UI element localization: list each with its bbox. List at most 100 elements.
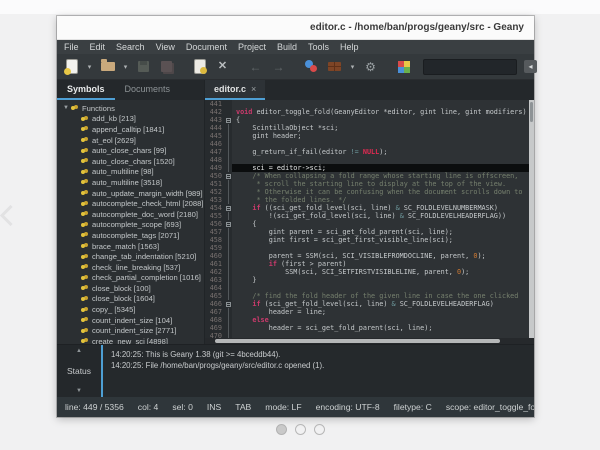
code-text[interactable]: } (232, 276, 534, 284)
symbol-item[interactable]: append_calltip [1841] (63, 124, 204, 135)
code-text[interactable]: !(sci_get_fold_level(sci, line) & SC_FOL… (232, 212, 534, 220)
save-all-button[interactable] (157, 57, 176, 76)
code-text[interactable]: gint parent = sci_get_fold_parent(sci, l… (232, 228, 534, 236)
tab-symbols[interactable]: Symbols (57, 80, 115, 100)
menu-file[interactable]: File (64, 40, 79, 54)
symbol-item[interactable]: auto_multiline [98] (63, 167, 204, 178)
new-file-button[interactable] (62, 57, 81, 76)
expander-icon[interactable]: ▼ (63, 105, 71, 111)
fold-marker-icon[interactable] (225, 172, 232, 180)
symbol-item[interactable]: check_line_breaking [537] (63, 262, 204, 273)
symbol-item[interactable]: at_eol [2629] (63, 135, 204, 146)
carousel-prev-arrow-icon[interactable] (0, 205, 21, 226)
horizontal-scrollbar[interactable] (205, 338, 534, 344)
code-text[interactable]: * the folded lines. */ (232, 196, 534, 204)
open-file-dropdown-icon[interactable]: ▾ (121, 63, 130, 71)
code-text[interactable]: g_return_if_fail(editor != NULL); (232, 148, 534, 156)
code-text[interactable]: header = sci_get_fold_parent(sci, line); (232, 324, 534, 332)
menu-tools[interactable]: Tools (308, 40, 329, 54)
nav-back-button[interactable]: ← (246, 57, 265, 76)
fold-marker-icon[interactable] (225, 220, 232, 228)
carousel-dot-3[interactable] (314, 424, 325, 435)
symbol-item[interactable]: autocomplete_tags [2071] (63, 230, 204, 241)
symbol-item[interactable]: check_partial_completion [1016] (63, 273, 204, 284)
goto-line-button[interactable]: ◂ (521, 57, 540, 76)
symbol-item[interactable]: auto_close_chars [99] (63, 145, 204, 156)
code-text[interactable]: header = line; (232, 308, 534, 316)
code-text[interactable]: SSM(sci, SCI_SETFIRSTVISIBLELINE, parent… (232, 268, 534, 276)
nav-forward-button[interactable]: → (269, 57, 288, 76)
menu-build[interactable]: Build (277, 40, 297, 54)
fold-marker-icon[interactable] (225, 300, 232, 308)
compile-button[interactable] (302, 57, 321, 76)
code-text[interactable]: /* find the fold header of the given lin… (232, 292, 534, 300)
tab-scroll-down-icon[interactable]: ▼ (76, 388, 82, 394)
tab-status[interactable]: Status (67, 366, 91, 376)
code-text[interactable] (232, 244, 534, 252)
symbol-item[interactable]: create_new_sci [4898] (63, 336, 204, 344)
code-text[interactable]: gint first = sci_get_first_visible_line(… (232, 236, 534, 244)
fold-marker-icon[interactable] (225, 204, 232, 212)
carousel-dot-1[interactable] (276, 424, 287, 435)
code-text[interactable]: if (first > parent) (232, 260, 534, 268)
symbol-item[interactable]: auto_multiline [3518] (63, 177, 204, 188)
code-text[interactable]: * scroll the starting line to display at… (232, 180, 534, 188)
symbol-item[interactable]: auto_update_margin_width [989] (63, 188, 204, 199)
build-dropdown-icon[interactable]: ▾ (348, 63, 357, 71)
code-text[interactable]: else (232, 316, 534, 324)
symbol-item[interactable]: autocomplete_check_html [2088] (63, 198, 204, 209)
close-button[interactable]: ✕ (213, 57, 232, 76)
symbols-root-functions[interactable]: ▼Functions (63, 103, 204, 114)
tab-close-icon[interactable]: × (251, 84, 256, 94)
symbol-item[interactable]: close_block [1604] (63, 294, 204, 305)
fold-marker-icon[interactable] (225, 116, 232, 124)
code-text[interactable] (232, 140, 534, 148)
tab-scroll-up-icon[interactable]: ▲ (76, 348, 82, 354)
tab-documents[interactable]: Documents (115, 80, 181, 100)
code-text[interactable]: /* When collapsing a fold range whose st… (232, 172, 534, 180)
search-input[interactable] (423, 59, 517, 75)
symbol-item[interactable]: count_indent_size [104] (63, 315, 204, 326)
code-text[interactable]: sci = editor->sci; (232, 164, 534, 172)
symbol-item[interactable]: change_tab_indentation [5210] (63, 251, 204, 262)
menu-edit[interactable]: Edit (90, 40, 106, 54)
menu-project[interactable]: Project (238, 40, 266, 54)
menu-view[interactable]: View (156, 40, 175, 54)
revert-button[interactable] (190, 57, 209, 76)
symbol-item[interactable]: brace_match [1563] (63, 241, 204, 252)
code-text[interactable]: void editor_toggle_fold(GeanyEditor *edi… (232, 108, 534, 116)
code-text[interactable]: parent = SSM(sci, SCI_VISIBLEFROMDOCLINE… (232, 252, 534, 260)
tab-editor-c[interactable]: editor.c × (205, 80, 265, 100)
code-area[interactable]: 441442void editor_toggle_fold(GeanyEdito… (205, 100, 534, 338)
code-text[interactable]: if ((sci_get_fold_level(sci, line) & SC_… (232, 204, 534, 212)
vertical-scrollbar-thumb[interactable] (530, 102, 533, 122)
build-button[interactable] (325, 57, 344, 76)
code-text[interactable] (232, 156, 534, 164)
symbol-item[interactable]: count_indent_size [2771] (63, 325, 204, 336)
menu-document[interactable]: Document (186, 40, 227, 54)
code-text[interactable]: gint header; (232, 132, 534, 140)
code-text[interactable] (232, 284, 534, 292)
horizontal-scrollbar-thumb[interactable] (215, 339, 500, 343)
menu-help[interactable]: Help (340, 40, 359, 54)
code-text[interactable]: * Otherwise it can be confusing when the… (232, 188, 534, 196)
symbol-item[interactable]: autocomplete_scope [693] (63, 220, 204, 231)
save-button[interactable] (134, 57, 153, 76)
code-text[interactable]: { (232, 220, 534, 228)
symbol-item[interactable]: autocomplete_doc_word [2180] (63, 209, 204, 220)
color-chooser-button[interactable] (394, 57, 413, 76)
code-text[interactable]: { (232, 116, 534, 124)
vertical-scrollbar[interactable] (529, 100, 534, 338)
code-text[interactable] (232, 100, 534, 108)
symbol-item[interactable]: add_kb [213] (63, 114, 204, 125)
symbol-item[interactable]: auto_close_chars [1520] (63, 156, 204, 167)
code-text[interactable]: if (sci_get_fold_level(sci, line) & SC_F… (232, 300, 534, 308)
symbol-item[interactable]: copy_ [5345] (63, 304, 204, 315)
menu-search[interactable]: Search (116, 40, 145, 54)
open-file-button[interactable] (98, 57, 117, 76)
carousel-dot-2[interactable] (295, 424, 306, 435)
new-file-dropdown-icon[interactable]: ▾ (85, 63, 94, 71)
execute-button[interactable]: ⚙ (361, 57, 380, 76)
symbol-item[interactable]: close_block [100] (63, 283, 204, 294)
code-text[interactable]: ScintillaObject *sci; (232, 124, 534, 132)
